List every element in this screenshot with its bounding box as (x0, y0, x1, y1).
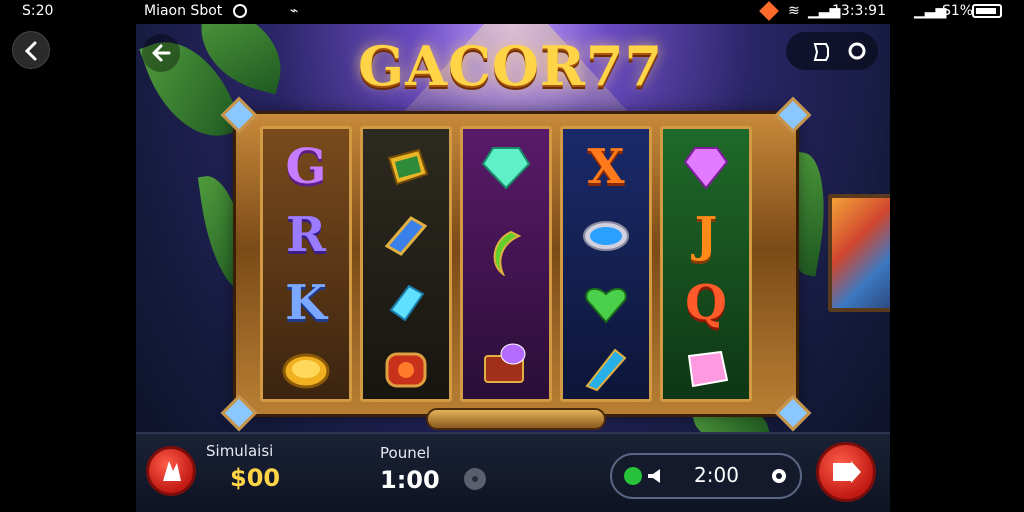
record-icon (233, 4, 247, 18)
symbol-letter-g: G (285, 139, 327, 195)
chevron-left-icon (24, 41, 37, 61)
battery-icon (972, 4, 1002, 18)
speed-dial-icon[interactable] (768, 465, 790, 487)
auto-spin-control[interactable]: 2:00 (610, 453, 802, 499)
sim-label: Simulaisi (206, 442, 274, 460)
blue-ring-icon (563, 201, 649, 269)
bottom-control-bar: Simulaisi $00 Pounel 1:00 2:00 (136, 432, 890, 512)
green-status-icon (624, 467, 642, 485)
game-viewport: GACOR77 G R K X J Q Simulaisi $00 Pounel… (136, 24, 890, 512)
status-bar: S:20 Miaon Sbot ⌁ ≋ ▁▃▅ 13:3:91 ▁▃▅ S1% (0, 0, 1024, 24)
red-ring-icon (363, 335, 449, 403)
wifi-icon: ≋ (788, 3, 800, 19)
status-app-label: Miaon Sbot (144, 3, 223, 19)
symbol-letter-j: J (694, 207, 718, 263)
volume-icon[interactable] (646, 467, 664, 485)
reel-5: J Q (660, 126, 752, 402)
pound-value: 1:00 (380, 466, 440, 494)
battery-percent: S1% (942, 3, 974, 19)
pink-crystal-icon (663, 335, 749, 403)
gold-bar-icon (363, 133, 449, 201)
blue-crystal-icon (563, 335, 649, 403)
spin-button[interactable] (816, 442, 876, 502)
pound-label: Pounel (380, 444, 431, 462)
frame-gem-corner (774, 394, 812, 432)
green-crescent-icon (463, 219, 549, 287)
frame-plaque (426, 408, 606, 430)
auto-value: 2:00 (694, 463, 739, 487)
reel-3 (460, 126, 552, 402)
status-time: S:20 (22, 3, 54, 19)
gold-coin-icon (263, 335, 349, 403)
sim-value: $00 (230, 464, 281, 492)
status-right-clock: 13:3:91 (832, 3, 886, 19)
app-notify-icon (759, 1, 779, 21)
settings-circle-icon[interactable] (846, 40, 868, 62)
symbol-letter-r: R (286, 207, 326, 263)
info-button[interactable] (464, 468, 486, 490)
stained-glass-window (828, 194, 890, 312)
treasure-chest-icon (463, 329, 549, 397)
game-back-button[interactable] (142, 34, 180, 72)
cyan-gem-icon (363, 269, 449, 337)
info-icon (472, 476, 478, 482)
green-gem-icon (463, 133, 549, 201)
green-heart-icon (563, 269, 649, 337)
sound-icon[interactable] (810, 40, 832, 62)
flame-icon (163, 461, 181, 481)
symbol-letter-k: K (285, 275, 327, 331)
app-back-button[interactable] (12, 31, 50, 69)
blue-bar-icon (363, 201, 449, 269)
purple-gem-icon (663, 133, 749, 201)
symbol-letter-x: X (587, 139, 625, 195)
symbol-letter-q: Q (685, 275, 727, 331)
reel-4: X (560, 126, 652, 402)
play-arrow-icon (833, 461, 861, 483)
reel-1: G R K (260, 126, 352, 402)
top-controls (786, 32, 878, 70)
game-title: GACOR77 (358, 34, 664, 98)
frame-gem-corner (774, 96, 812, 134)
notification-icon: ⌁ (290, 3, 299, 19)
menu-button[interactable] (146, 446, 196, 496)
reel-frame: G R K X J Q (220, 96, 812, 432)
frame-gem-corner (220, 394, 258, 432)
reel-2 (360, 126, 452, 402)
arrow-left-icon (152, 44, 171, 62)
